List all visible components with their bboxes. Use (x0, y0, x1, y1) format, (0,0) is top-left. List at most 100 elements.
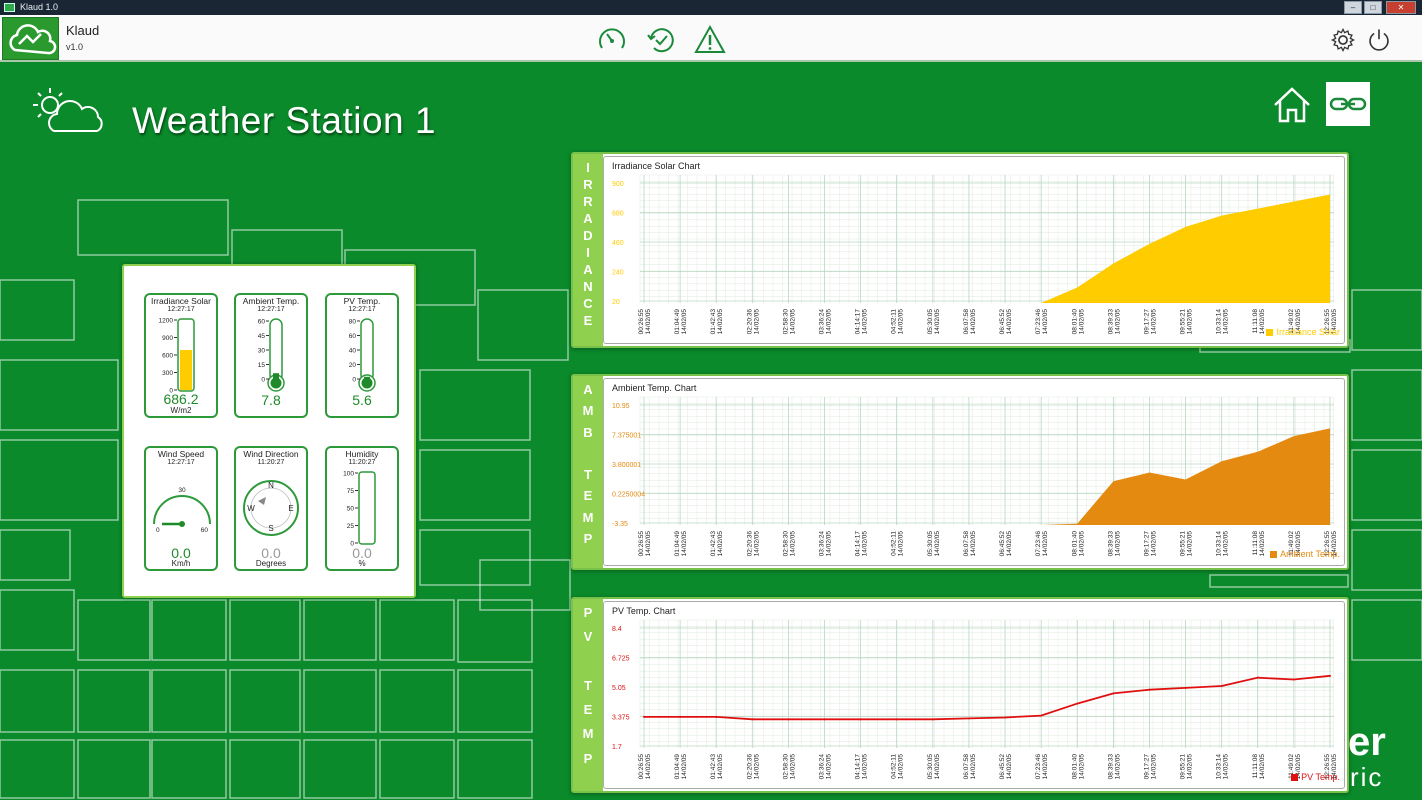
gauge-tick-label: 0 (261, 377, 265, 384)
sensor-card[interactable]: Wind Direction 11:20:27 N E S W 0.0 Degrees (234, 446, 308, 571)
x-tick-group: 00:26:55 14/02/05 (638, 754, 652, 780)
x-tick-group: 04:14:17 14/02/05 (855, 309, 869, 335)
background-tile (0, 589, 75, 651)
chart-tab-letter: M (582, 726, 594, 742)
data-point (859, 718, 862, 721)
chart-tab-letter: M (582, 403, 594, 419)
chart-area: 900 680 460 240 20 00:26:55 14/02/05 01:04:49 14… (603, 156, 1345, 344)
x-tick-group: 04:52:11 14/02/05 (891, 309, 905, 335)
sensor-title: Humidity (345, 449, 379, 459)
chart-svg: 10.95 7.375001 3.800001 0.2250004 -3.35 00:26… (612, 396, 1338, 557)
background-tile (1351, 529, 1422, 591)
gauge-tick-label: 0 (156, 527, 160, 534)
chart-legend: Irradiance Solar (1266, 327, 1340, 337)
x-tick-group: 04:52:11 14/02/05 (891, 531, 905, 557)
x-tick-group: 04:14:17 14/02/05 (855, 754, 869, 780)
background-tile (0, 529, 71, 581)
x-tick-group: 06:07:58 14/02/05 (963, 754, 977, 780)
gauge-tube (358, 471, 376, 545)
y-tick-label: 240 (612, 270, 624, 277)
sensor-title: PV Temp. (343, 296, 381, 306)
x-tick-date: 14/02/05 (1114, 531, 1121, 557)
chart-legend: Ambient Temp. (1270, 549, 1340, 559)
background-tile (0, 359, 119, 431)
data-point (715, 715, 718, 718)
data-point (1040, 714, 1043, 717)
x-tick-date: 14/02/05 (681, 531, 688, 557)
x-tick-label: 02:20:36 (746, 531, 753, 557)
data-point (823, 718, 826, 721)
x-tick-date: 14/02/05 (934, 531, 941, 557)
x-tick-group: 08:39:33 14/02/05 (1107, 309, 1121, 335)
partly-cloudy-icon (33, 88, 103, 132)
sensor-card[interactable]: Wind Speed 12:27:17 0 30 60 0.0 Km/h (144, 446, 218, 571)
sensor-card[interactable]: Ambient Temp. 12:27:17 60 45 30 15 0 7.8 (234, 293, 308, 418)
maximize-button[interactable]: □ (1364, 1, 1382, 14)
x-tick-label: 05:30:05 (927, 531, 934, 557)
x-tick-label: 02:58:30 (782, 754, 789, 780)
background-tile (457, 739, 533, 799)
data-point (1004, 716, 1007, 719)
background-tile (419, 449, 531, 521)
power-icon[interactable] (1366, 27, 1392, 53)
home-icon[interactable] (1272, 86, 1312, 124)
gauge-tick-label: 0 (352, 377, 356, 384)
x-tick-group: 02:58:30 14/02/05 (782, 309, 796, 335)
sensor-card[interactable]: Humidity 11:20:27 100 75 50 25 0 0.0% (325, 446, 399, 571)
sensor-card[interactable]: PV Temp. 12:27:17 80 60 40 20 0 5.6 (325, 293, 399, 418)
chart-tab-letter: T (584, 677, 592, 693)
x-tick-group: 01:04:49 14/02/05 (674, 754, 688, 780)
minimize-button[interactable]: – (1344, 1, 1362, 14)
sensor-value: 5.6 (352, 392, 372, 408)
chart-svg: 9006804602402000:26:55 14/02/05 01:04:49 14… (612, 174, 1338, 335)
gauge-tick-label: 300 (162, 370, 173, 377)
close-button[interactable]: ✕ (1386, 1, 1416, 14)
settings-gear-icon[interactable] (1330, 27, 1356, 53)
cloud-logo-icon (2, 17, 59, 60)
x-tick-date: 14/02/05 (970, 754, 977, 780)
chart-tab-letter: A (583, 262, 593, 277)
x-tick-label: 07:23:46 (1035, 754, 1042, 780)
x-tick-label: 06:45:52 (999, 754, 1006, 780)
x-tick-group: 03:36:24 14/02/05 (819, 754, 833, 780)
y-tick-label: 7.375001 (612, 433, 641, 440)
x-tick-label: 07:23:46 (1035, 309, 1042, 335)
sensor-unit: Degrees (255, 559, 287, 568)
x-tick-label: 10:33:14 (1216, 531, 1223, 557)
y-tick-label: 6.725 (612, 656, 630, 663)
x-tick-label: 10:33:14 (1216, 309, 1223, 335)
x-tick-group: 04:14:17 14/02/05 (855, 531, 869, 557)
history-check-icon[interactable] (645, 24, 677, 56)
gauge-tick-label: 60 (201, 527, 209, 534)
sensor-time: 12:27:17 (257, 306, 285, 313)
background-tile (419, 369, 531, 441)
x-tick-group: 02:20:36 14/02/05 (746, 309, 760, 335)
x-tick-label: 11:11:08 (1252, 531, 1259, 556)
x-tick-group: 08:01:40 14/02/05 (1071, 531, 1085, 557)
gauge-tick-label: 15 (258, 362, 266, 369)
x-tick-group: 01:04:49 14/02/05 (674, 309, 688, 335)
x-tick-label: 01:42:43 (710, 531, 717, 557)
x-tick-date: 14/02/05 (1187, 754, 1194, 780)
sensor-card[interactable]: Irradiance Solar 12:27:17 1200 900 600 300 0 68… (144, 293, 218, 418)
gauge-tick-label: 75 (347, 488, 355, 495)
x-tick-label: 09:17:27 (1143, 309, 1150, 335)
x-tick-group: 05:30:05 14/02/05 (927, 754, 941, 780)
x-tick-group: 09:17:27 14/02/05 (1143, 754, 1157, 780)
y-tick-label: 0.2250004 (612, 492, 645, 499)
x-tick-label: 08:01:40 (1071, 309, 1078, 335)
data-point (1076, 702, 1079, 705)
link-chain-icon[interactable] (1326, 82, 1370, 126)
x-tick-date: 14/02/05 (1006, 531, 1013, 557)
x-tick-date: 14/02/05 (826, 754, 833, 780)
y-tick-label: 1.7 (612, 744, 622, 751)
sensor-value: 686.2 (163, 391, 199, 407)
background-tile (379, 739, 455, 799)
x-tick-date: 14/02/05 (1259, 531, 1266, 557)
x-tick-label: 09:17:27 (1143, 754, 1150, 780)
chart-svg: 8.46.7255.053.3751.700:26:55 14/02/05 01:0… (612, 619, 1338, 780)
sensor-time: 11:20:27 (348, 459, 376, 466)
warning-icon[interactable] (694, 24, 726, 56)
speedometer-icon[interactable] (596, 24, 628, 56)
gauge-fill (180, 349, 192, 390)
